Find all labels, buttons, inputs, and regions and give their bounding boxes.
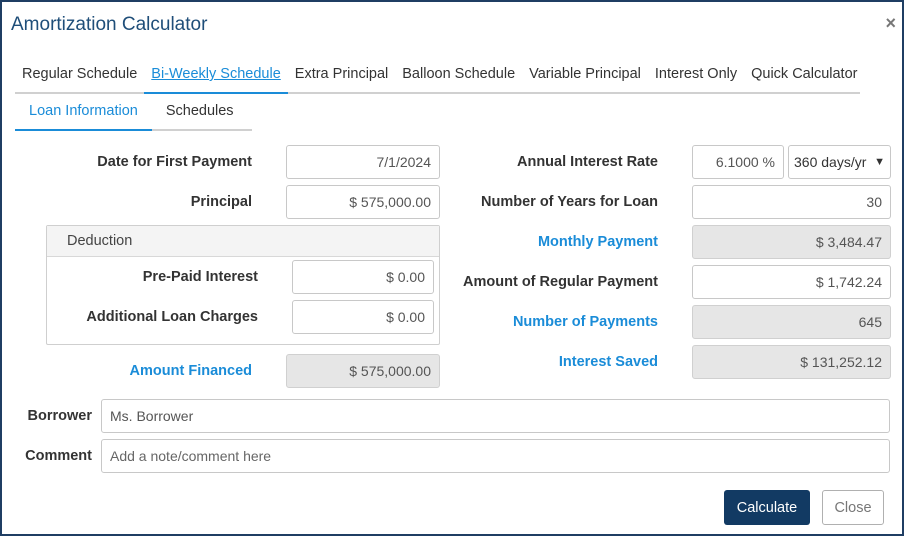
tab-bi-weekly-schedule[interactable]: Bi-Weekly Schedule — [144, 58, 288, 94]
monthly-payment-value: $ 3,484.47 — [692, 225, 891, 259]
day-basis-select[interactable]: 360 days/yr ▼ — [788, 145, 891, 179]
interest-rate-input[interactable]: 6.1000 % — [692, 145, 784, 179]
tab-regular-schedule[interactable]: Regular Schedule — [15, 58, 144, 94]
first-payment-label: Date for First Payment — [97, 154, 252, 170]
comment-input[interactable]: Add a note/comment here — [101, 439, 890, 473]
amortization-dialog: Amortization Calculator × Regular Schedu… — [0, 0, 904, 536]
deduction-title: Deduction — [47, 226, 439, 257]
years-label: Number of Years for Loan — [481, 194, 658, 210]
first-payment-date-input[interactable]: 7/1/2024 — [286, 145, 440, 179]
tab-extra-principal[interactable]: Extra Principal — [288, 58, 395, 94]
num-payments-value: 645 — [692, 305, 891, 339]
prepaid-interest-input[interactable]: $ 0.00 — [292, 260, 434, 294]
regular-payment-input[interactable]: $ 1,742.24 — [692, 265, 891, 299]
borrower-input[interactable]: Ms. Borrower — [101, 399, 890, 433]
comment-label: Comment — [25, 448, 92, 464]
interest-saved-label: Interest Saved — [558, 354, 658, 370]
regular-payment-label: Amount of Regular Payment — [463, 274, 658, 290]
tab-variable-principal[interactable]: Variable Principal — [522, 58, 648, 94]
num-payments-label: Number of Payments — [512, 314, 658, 330]
principal-input[interactable]: $ 575,000.00 — [286, 185, 440, 219]
calculate-button[interactable]: Calculate — [724, 490, 810, 525]
subtab-schedules[interactable]: Schedules — [152, 96, 248, 131]
tab-interest-only[interactable]: Interest Only — [648, 58, 744, 94]
interest-rate-label: Annual Interest Rate — [517, 154, 658, 170]
close-icon[interactable]: × — [885, 13, 896, 34]
years-input[interactable]: 30 — [692, 185, 891, 219]
additional-charges-label: Additional Loan Charges — [86, 309, 258, 325]
prepaid-interest-label: Pre-Paid Interest — [142, 269, 258, 285]
main-tab-bar: Regular Schedule Bi-Weekly Schedule Extr… — [15, 58, 860, 94]
amount-financed-value: $ 575,000.00 — [286, 354, 440, 388]
subtab-loan-information[interactable]: Loan Information — [15, 96, 152, 131]
close-button[interactable]: Close — [822, 490, 884, 525]
additional-charges-input[interactable]: $ 0.00 — [292, 300, 434, 334]
sub-tab-bar: Loan Information Schedules — [15, 96, 252, 131]
dialog-title: Amortization Calculator — [11, 14, 208, 35]
amount-financed-label: Amount Financed — [129, 363, 252, 379]
principal-label: Principal — [190, 194, 252, 210]
interest-saved-value: $ 131,252.12 — [692, 345, 891, 379]
tab-balloon-schedule[interactable]: Balloon Schedule — [395, 58, 522, 94]
tab-quick-calculator[interactable]: Quick Calculator — [744, 58, 864, 94]
monthly-payment-label: Monthly Payment — [537, 234, 658, 250]
chevron-down-icon: ▼ — [874, 156, 885, 168]
day-basis-value: 360 days/yr — [794, 154, 867, 170]
borrower-label: Borrower — [27, 408, 92, 424]
